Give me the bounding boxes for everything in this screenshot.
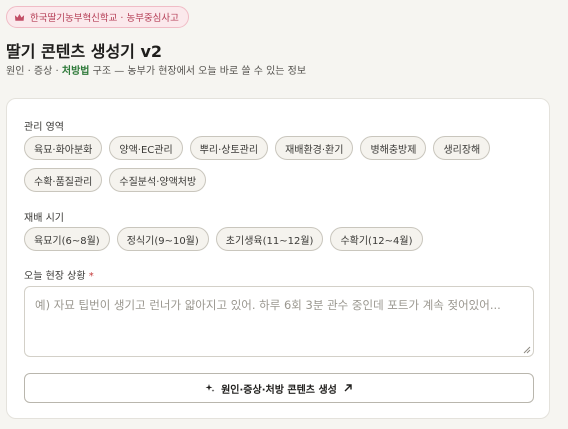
season-chip-harvest[interactable]: 수확기(12~4월) bbox=[330, 227, 423, 251]
area-chip-harvest-quality[interactable]: 수확·품질관리 bbox=[24, 168, 103, 192]
season-section-label: 재배 시기 bbox=[24, 213, 64, 224]
situation-label-text: 오늘 현장 상황 bbox=[24, 271, 86, 282]
subtitle-highlight: 처방법 bbox=[61, 66, 90, 77]
season-chip-row: 육묘기(6~8월) 정식기(9~10월) 초기생육(11~12월) 수확기(12… bbox=[24, 227, 423, 251]
area-chip-environment-ventilation[interactable]: 재배환경·환기 bbox=[275, 136, 354, 160]
generator-form-card: 관리 영역 육묘·화아분화 양액·EC관리 뿌리·상토관리 재배환경·환기 병해… bbox=[6, 98, 550, 419]
required-mark: * bbox=[88, 271, 94, 282]
subtitle-suffix: 구조 — 농부가 현장에서 오늘 바로 쓸 수 있는 정보 bbox=[89, 66, 307, 77]
area-chip-nutrient-ec[interactable]: 양액·EC관리 bbox=[109, 136, 183, 160]
generate-button-label: 원인·증상·처방 콘텐츠 생성 bbox=[221, 384, 337, 396]
season-chip-nursery[interactable]: 육묘기(6~8월) bbox=[24, 227, 110, 251]
school-badge: 한국딸기농부혁신학교 · 농부중심사고 bbox=[6, 6, 189, 28]
situation-section-label: 오늘 현장 상황 * bbox=[24, 267, 94, 282]
page-subtitle: 원인 · 증상 · 처방법 구조 — 농부가 현장에서 오늘 바로 쓸 수 있는… bbox=[6, 62, 306, 77]
arrow-up-right-icon bbox=[344, 384, 352, 392]
area-chip-water-analysis[interactable]: 수질분석·양액처방 bbox=[109, 168, 207, 192]
badge-label: 한국딸기농부혁신학교 · 농부중심사고 bbox=[30, 13, 179, 24]
situation-textarea[interactable] bbox=[24, 286, 534, 357]
crown-icon bbox=[14, 13, 25, 21]
season-chip-planting[interactable]: 정식기(9~10월) bbox=[116, 227, 209, 251]
area-chip-row-1: 육묘·화아분화 양액·EC관리 뿌리·상토관리 재배환경·환기 병해충방제 생리… bbox=[24, 136, 491, 160]
area-chip-row-2: 수확·품질관리 수질분석·양액처방 bbox=[24, 168, 207, 192]
page-title: 딸기 콘텐츠 생성기 v2 bbox=[6, 42, 163, 61]
generate-content-button[interactable]: 원인·증상·처방 콘텐츠 생성 bbox=[24, 373, 534, 403]
resize-grip-icon[interactable] bbox=[523, 346, 531, 354]
sparkle-icon bbox=[205, 384, 215, 392]
area-chip-root-substrate[interactable]: 뿌리·상토관리 bbox=[189, 136, 269, 160]
area-chip-seedling[interactable]: 육묘·화아분화 bbox=[24, 136, 103, 160]
subtitle-prefix: 원인 · 증상 · bbox=[6, 66, 62, 77]
area-section-label: 관리 영역 bbox=[24, 122, 64, 133]
season-chip-early-growth[interactable]: 초기생육(11~12월) bbox=[215, 227, 324, 251]
area-chip-pest-control[interactable]: 병해충방제 bbox=[360, 136, 427, 160]
area-chip-physiological-disorder[interactable]: 생리장해 bbox=[433, 136, 491, 160]
